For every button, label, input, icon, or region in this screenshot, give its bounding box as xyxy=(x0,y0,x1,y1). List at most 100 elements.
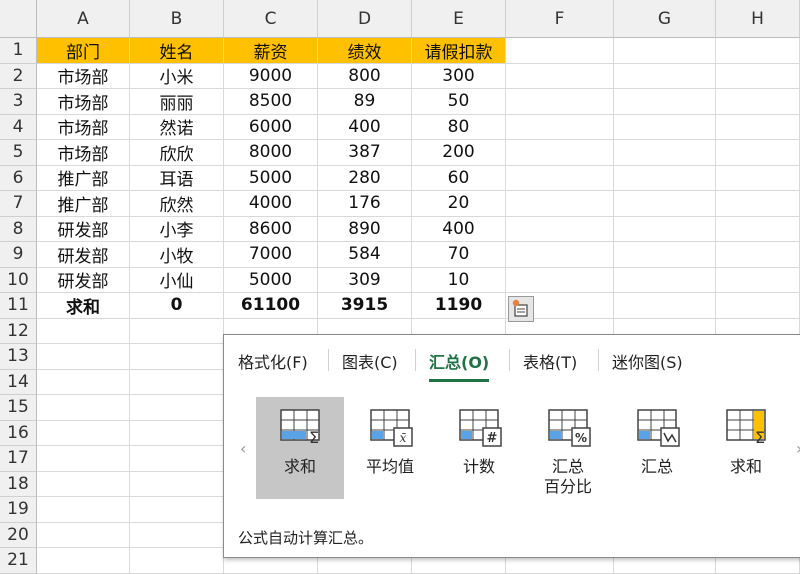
cell-b21[interactable] xyxy=(130,548,224,574)
cell-e10[interactable]: 10 xyxy=(412,267,506,293)
row-header-20[interactable]: 20 xyxy=(0,522,37,548)
cell-c1[interactable]: 薪资 xyxy=(224,38,318,64)
column-header-h[interactable]: H xyxy=(716,0,800,38)
row-header-7[interactable]: 7 xyxy=(0,191,37,217)
cell-b17[interactable] xyxy=(130,446,224,472)
cell-b18[interactable] xyxy=(130,471,224,497)
quick-analysis-item-5[interactable]: 汇总 xyxy=(613,397,701,499)
quick-analysis-item-4[interactable]: % 汇总 百分比 xyxy=(524,397,612,499)
column-header-b[interactable]: B xyxy=(130,0,224,38)
cell-b15[interactable] xyxy=(130,395,224,421)
cell-a14[interactable] xyxy=(37,369,130,395)
cell-g5[interactable] xyxy=(614,140,716,166)
cell-d10[interactable]: 309 xyxy=(318,267,412,293)
tab-tables[interactable]: 表格(T) xyxy=(523,349,577,373)
cell-f1[interactable] xyxy=(506,38,614,64)
cell-c3[interactable]: 8500 xyxy=(224,89,318,115)
quick-analysis-item-3[interactable]: # 计数 xyxy=(435,397,523,499)
row-header-4[interactable]: 4 xyxy=(0,114,37,140)
cell-a6[interactable]: 推广部 xyxy=(37,165,130,191)
cell-b6[interactable]: 耳语 xyxy=(130,165,224,191)
cell-d7[interactable]: 176 xyxy=(318,191,412,217)
cell-f5[interactable] xyxy=(506,140,614,166)
cell-h6[interactable] xyxy=(716,165,800,191)
cell-f3[interactable] xyxy=(506,89,614,115)
cell-f7[interactable] xyxy=(506,191,614,217)
row-header-16[interactable]: 16 xyxy=(0,420,37,446)
cell-g11[interactable] xyxy=(614,293,716,319)
cell-c2[interactable]: 9000 xyxy=(224,63,318,89)
cell-e6[interactable]: 60 xyxy=(412,165,506,191)
cell-e3[interactable]: 50 xyxy=(412,89,506,115)
row-header-11[interactable]: 11 xyxy=(0,293,37,319)
cell-g8[interactable] xyxy=(614,216,716,242)
cell-a17[interactable] xyxy=(37,446,130,472)
cell-a3[interactable]: 市场部 xyxy=(37,89,130,115)
cell-f4[interactable] xyxy=(506,114,614,140)
cell-b9[interactable]: 小牧 xyxy=(130,242,224,268)
cell-a20[interactable] xyxy=(37,522,130,548)
cell-h8[interactable] xyxy=(716,216,800,242)
cell-c9[interactable]: 7000 xyxy=(224,242,318,268)
cell-h2[interactable] xyxy=(716,63,800,89)
column-header-f[interactable]: F xyxy=(506,0,614,38)
quick-analysis-button[interactable] xyxy=(508,296,534,322)
cell-h7[interactable] xyxy=(716,191,800,217)
row-header-5[interactable]: 5 xyxy=(0,140,37,166)
quick-analysis-item-6[interactable]: Σ 求和 xyxy=(702,397,790,499)
cell-b7[interactable]: 欣然 xyxy=(130,191,224,217)
cell-g6[interactable] xyxy=(614,165,716,191)
cell-a2[interactable]: 市场部 xyxy=(37,63,130,89)
tab-format[interactable]: 格式化(F) xyxy=(238,349,308,373)
cell-b2[interactable]: 小米 xyxy=(130,63,224,89)
row-header-19[interactable]: 19 xyxy=(0,497,37,523)
cell-b16[interactable] xyxy=(130,420,224,446)
row-header-1[interactable]: 1 xyxy=(0,38,37,64)
row-header-10[interactable]: 10 xyxy=(0,267,37,293)
column-header-d[interactable]: D xyxy=(318,0,412,38)
cell-c7[interactable]: 4000 xyxy=(224,191,318,217)
cell-b8[interactable]: 小李 xyxy=(130,216,224,242)
cell-d4[interactable]: 400 xyxy=(318,114,412,140)
row-header-14[interactable]: 14 xyxy=(0,369,37,395)
cell-h10[interactable] xyxy=(716,267,800,293)
row-header-9[interactable]: 9 xyxy=(0,242,37,268)
cell-a7[interactable]: 推广部 xyxy=(37,191,130,217)
cell-e4[interactable]: 80 xyxy=(412,114,506,140)
column-header-c[interactable]: C xyxy=(224,0,318,38)
select-all-corner[interactable] xyxy=(0,0,37,38)
cell-e8[interactable]: 400 xyxy=(412,216,506,242)
row-header-18[interactable]: 18 xyxy=(0,471,37,497)
tab-totals[interactable]: 汇总(O) xyxy=(429,349,489,373)
tab-charts[interactable]: 图表(C) xyxy=(342,349,398,373)
cell-a16[interactable] xyxy=(37,420,130,446)
cell-a18[interactable] xyxy=(37,471,130,497)
cell-b20[interactable] xyxy=(130,522,224,548)
cell-a19[interactable] xyxy=(37,497,130,523)
cell-b3[interactable]: 丽丽 xyxy=(130,89,224,115)
cell-h3[interactable] xyxy=(716,89,800,115)
row-header-21[interactable]: 21 xyxy=(0,548,37,574)
cell-f10[interactable] xyxy=(506,267,614,293)
cell-b12[interactable] xyxy=(130,318,224,344)
cell-c5[interactable]: 8000 xyxy=(224,140,318,166)
cell-d2[interactable]: 800 xyxy=(318,63,412,89)
cell-a5[interactable]: 市场部 xyxy=(37,140,130,166)
cell-a1[interactable]: 部门 xyxy=(37,38,130,64)
cell-d6[interactable]: 280 xyxy=(318,165,412,191)
cell-g1[interactable] xyxy=(614,38,716,64)
cell-g10[interactable] xyxy=(614,267,716,293)
tab-sparklines[interactable]: 迷你图(S) xyxy=(612,349,683,373)
scroll-right-icon[interactable]: › xyxy=(796,439,800,458)
cell-f8[interactable] xyxy=(506,216,614,242)
cell-g9[interactable] xyxy=(614,242,716,268)
cell-a9[interactable]: 研发部 xyxy=(37,242,130,268)
cell-f2[interactable] xyxy=(506,63,614,89)
cell-h9[interactable] xyxy=(716,242,800,268)
cell-b13[interactable] xyxy=(130,344,224,370)
cell-b5[interactable]: 欣欣 xyxy=(130,140,224,166)
cell-d3[interactable]: 89 xyxy=(318,89,412,115)
cell-a11[interactable]: 求和 xyxy=(37,293,130,319)
cell-e5[interactable]: 200 xyxy=(412,140,506,166)
cell-a12[interactable] xyxy=(37,318,130,344)
